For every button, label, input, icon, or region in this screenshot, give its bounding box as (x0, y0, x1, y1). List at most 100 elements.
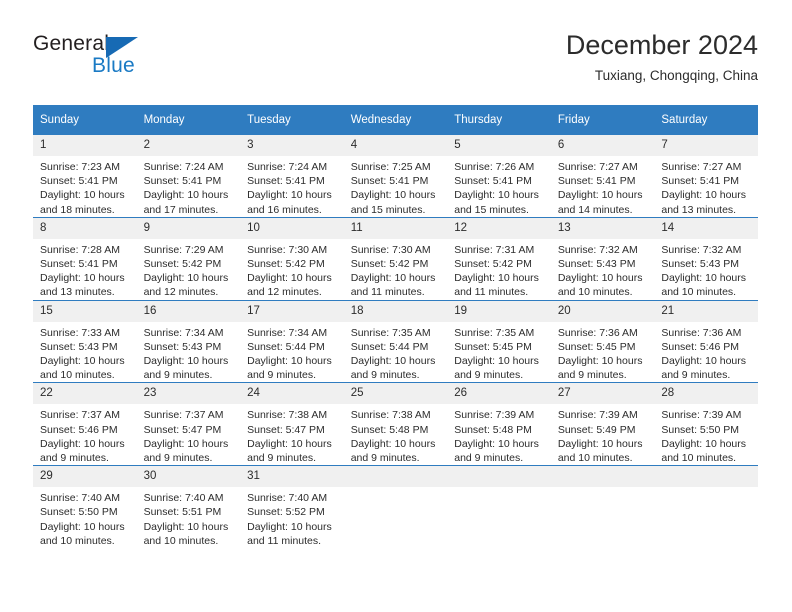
logo-text-blue: Blue (92, 54, 135, 77)
day-cell[interactable]: 12 Sunrise: 7:31 AM Sunset: 5:42 PM Dayligh… (447, 216, 551, 301)
day-cell[interactable]: 24 Sunrise: 7:38 AM Sunset: 5:47 PM Dayligh… (240, 382, 344, 466)
day-cell[interactable]: 13 Sunrise: 7:32 AM Sunset: 5:43 PM Dayligh… (550, 216, 655, 301)
day-number: 3 (240, 135, 344, 156)
day-number: 11 (343, 217, 448, 239)
sunrise-text: Sunrise: 7:36 AM (661, 326, 742, 339)
day-details (447, 487, 551, 491)
sunrise-text: Sunrise: 7:27 AM (661, 161, 742, 173)
day-cell[interactable]: 31 Sunrise: 7:40 AM Sunset: 5:52 PM Dayligh… (240, 465, 344, 549)
sunrise-text: Sunrise: 7:39 AM (661, 409, 742, 422)
day-cell[interactable]: 25 Sunrise: 7:38 AM Sunset: 5:48 PM Dayligh… (343, 382, 448, 466)
sunrise-text: Sunrise: 7:38 AM (247, 409, 328, 422)
calendar-body: 1 Sunrise: 7:23 AM Sunset: 5:41 PM Daylight… (33, 134, 758, 549)
daylight-text-line1: Daylight: 10 hours (661, 189, 747, 202)
day-cell[interactable]: 4 Sunrise: 7:25 AM Sunset: 5:41 PM Daylight… (343, 134, 448, 218)
sunrise-text: Sunrise: 7:30 AM (247, 243, 328, 256)
daylight-text-line2: and 16 minutes. (247, 203, 322, 216)
day-details: Sunrise: 7:30 AM Sunset: 5:42 PM Daylight:… (240, 239, 344, 300)
daylight-text-line1: Daylight: 10 hours (350, 355, 436, 368)
day-cell[interactable]: 9 Sunrise: 7:29 AM Sunset: 5:42 PM Daylight… (136, 216, 241, 301)
sunrise-text: Sunrise: 7:34 AM (143, 326, 224, 339)
day-cell[interactable]: 20 Sunrise: 7:36 AM Sunset: 5:45 PM Dayligh… (550, 299, 655, 383)
sunset-text: Sunset: 5:48 PM (350, 423, 429, 436)
day-cell[interactable]: 29 Sunrise: 7:40 AM Sunset: 5:50 PM Dayligh… (33, 465, 137, 549)
weekday-header-thursday: Thursday (447, 105, 551, 135)
day-number: 26 (447, 383, 551, 405)
day-cell[interactable]: 10 Sunrise: 7:30 AM Sunset: 5:42 PM Dayligh… (240, 216, 344, 301)
daylight-text-line1: Daylight: 10 hours (247, 437, 332, 450)
day-cell[interactable]: 23 Sunrise: 7:37 AM Sunset: 5:47 PM Dayligh… (136, 382, 241, 466)
day-cell[interactable]: 1 Sunrise: 7:23 AM Sunset: 5:41 PM Daylight… (33, 134, 137, 218)
day-cell[interactable]: 30 Sunrise: 7:40 AM Sunset: 5:51 PM Dayligh… (136, 465, 241, 549)
daylight-text-line2: and 15 minutes. (350, 203, 426, 216)
sunset-text: Sunset: 5:43 PM (40, 340, 118, 353)
daylight-text-line1: Daylight: 10 hours (40, 272, 125, 285)
daylight-text-line1: Daylight: 10 hours (454, 189, 539, 202)
day-number: 15 (33, 300, 137, 322)
sunset-text: Sunset: 5:41 PM (350, 175, 429, 188)
sunset-text: Sunset: 5:50 PM (40, 506, 118, 519)
day-cell[interactable]: 7 Sunrise: 7:27 AM Sunset: 5:41 PM Daylight… (654, 134, 758, 218)
daylight-text-line1: Daylight: 10 hours (40, 355, 125, 368)
sunrise-text: Sunrise: 7:24 AM (247, 161, 328, 173)
day-cell[interactable]: 19 Sunrise: 7:35 AM Sunset: 5:45 PM Dayligh… (447, 299, 551, 383)
day-details: Sunrise: 7:39 AM Sunset: 5:50 PM Daylight:… (654, 404, 758, 465)
day-details: Sunrise: 7:29 AM Sunset: 5:42 PM Daylight:… (137, 239, 241, 300)
day-cell[interactable]: 3 Sunrise: 7:24 AM Sunset: 5:41 PM Daylight… (240, 134, 344, 218)
sunrise-text: Sunrise: 7:33 AM (40, 326, 120, 339)
day-cell[interactable]: 17 Sunrise: 7:34 AM Sunset: 5:44 PM Dayligh… (240, 299, 344, 383)
sunrise-text: Sunrise: 7:32 AM (557, 243, 638, 256)
daylight-text-line1: Daylight: 10 hours (143, 355, 229, 368)
day-cell[interactable]: 14 Sunrise: 7:32 AM Sunset: 5:43 PM Dayligh… (654, 216, 758, 301)
day-number: 27 (550, 383, 655, 405)
daylight-text-line2: and 9 minutes. (557, 369, 627, 382)
sunset-text: Sunset: 5:43 PM (661, 258, 740, 271)
day-cell[interactable]: 6 Sunrise: 7:27 AM Sunset: 5:41 PM Daylight… (550, 134, 655, 218)
general-blue-logo[interactable]: General Blue (33, 32, 263, 94)
day-number (343, 466, 448, 488)
sunset-text: Sunset: 5:42 PM (454, 258, 532, 271)
day-details: Sunrise: 7:24 AM Sunset: 5:41 PM Daylight:… (240, 156, 344, 217)
daylight-text-line1: Daylight: 10 hours (454, 272, 539, 285)
calendar-week-row: 22 Sunrise: 7:37 AM Sunset: 5:46 PM Dayligh… (33, 382, 758, 466)
daylight-text-line2: and 9 minutes. (350, 369, 420, 382)
day-cell[interactable]: 11 Sunrise: 7:30 AM Sunset: 5:42 PM Dayligh… (343, 216, 448, 301)
day-details: Sunrise: 7:32 AM Sunset: 5:43 PM Daylight:… (654, 239, 758, 300)
sunset-text: Sunset: 5:41 PM (454, 175, 532, 188)
day-cell[interactable]: 15 Sunrise: 7:33 AM Sunset: 5:43 PM Dayligh… (33, 299, 137, 383)
day-cell[interactable]: 2 Sunrise: 7:24 AM Sunset: 5:41 PM Daylight… (136, 134, 241, 218)
day-cell[interactable]: 5 Sunrise: 7:26 AM Sunset: 5:41 PM Daylight… (447, 134, 551, 218)
sunrise-text: Sunrise: 7:34 AM (247, 326, 328, 339)
day-details: Sunrise: 7:26 AM Sunset: 5:41 PM Daylight:… (447, 156, 551, 217)
day-cell-empty (343, 465, 448, 549)
day-cell[interactable]: 26 Sunrise: 7:39 AM Sunset: 5:48 PM Dayligh… (447, 382, 551, 466)
daylight-text-line1: Daylight: 10 hours (143, 189, 229, 202)
daylight-text-line1: Daylight: 10 hours (557, 272, 643, 285)
day-details: Sunrise: 7:23 AM Sunset: 5:41 PM Daylight:… (33, 156, 137, 217)
daylight-text-line2: and 10 minutes. (661, 452, 737, 465)
daylight-text-line2: and 13 minutes. (661, 203, 737, 216)
day-cell[interactable]: 27 Sunrise: 7:39 AM Sunset: 5:49 PM Dayligh… (550, 382, 655, 466)
sunset-text: Sunset: 5:42 PM (350, 258, 429, 271)
sunset-text: Sunset: 5:47 PM (247, 423, 325, 436)
day-cell[interactable]: 8 Sunrise: 7:28 AM Sunset: 5:41 PM Daylight… (33, 216, 137, 301)
day-details: Sunrise: 7:36 AM Sunset: 5:45 PM Daylight:… (551, 322, 655, 383)
sunrise-text: Sunrise: 7:40 AM (247, 492, 328, 505)
sunrise-text: Sunrise: 7:31 AM (454, 243, 535, 256)
day-cell-empty (447, 465, 551, 549)
weekday-header-wednesday: Wednesday (343, 105, 448, 135)
day-number: 12 (447, 217, 551, 239)
daylight-text-line1: Daylight: 10 hours (247, 272, 332, 285)
day-cell[interactable]: 16 Sunrise: 7:34 AM Sunset: 5:43 PM Dayligh… (136, 299, 241, 383)
sunset-text: Sunset: 5:45 PM (454, 340, 532, 353)
day-details: Sunrise: 7:37 AM Sunset: 5:46 PM Daylight:… (33, 404, 137, 465)
daylight-text-line1: Daylight: 10 hours (557, 189, 643, 202)
sunset-text: Sunset: 5:50 PM (661, 423, 740, 436)
day-cell[interactable]: 22 Sunrise: 7:37 AM Sunset: 5:46 PM Dayligh… (33, 382, 137, 466)
day-cell[interactable]: 18 Sunrise: 7:35 AM Sunset: 5:44 PM Dayligh… (343, 299, 448, 383)
day-cell[interactable]: 21 Sunrise: 7:36 AM Sunset: 5:46 PM Dayligh… (654, 299, 758, 383)
calendar-week-row: 29 Sunrise: 7:40 AM Sunset: 5:50 PM Dayligh… (33, 465, 758, 549)
day-cell[interactable]: 28 Sunrise: 7:39 AM Sunset: 5:50 PM Dayligh… (654, 382, 758, 466)
daylight-text-line2: and 11 minutes. (454, 286, 529, 299)
sunset-text: Sunset: 5:43 PM (143, 340, 222, 353)
